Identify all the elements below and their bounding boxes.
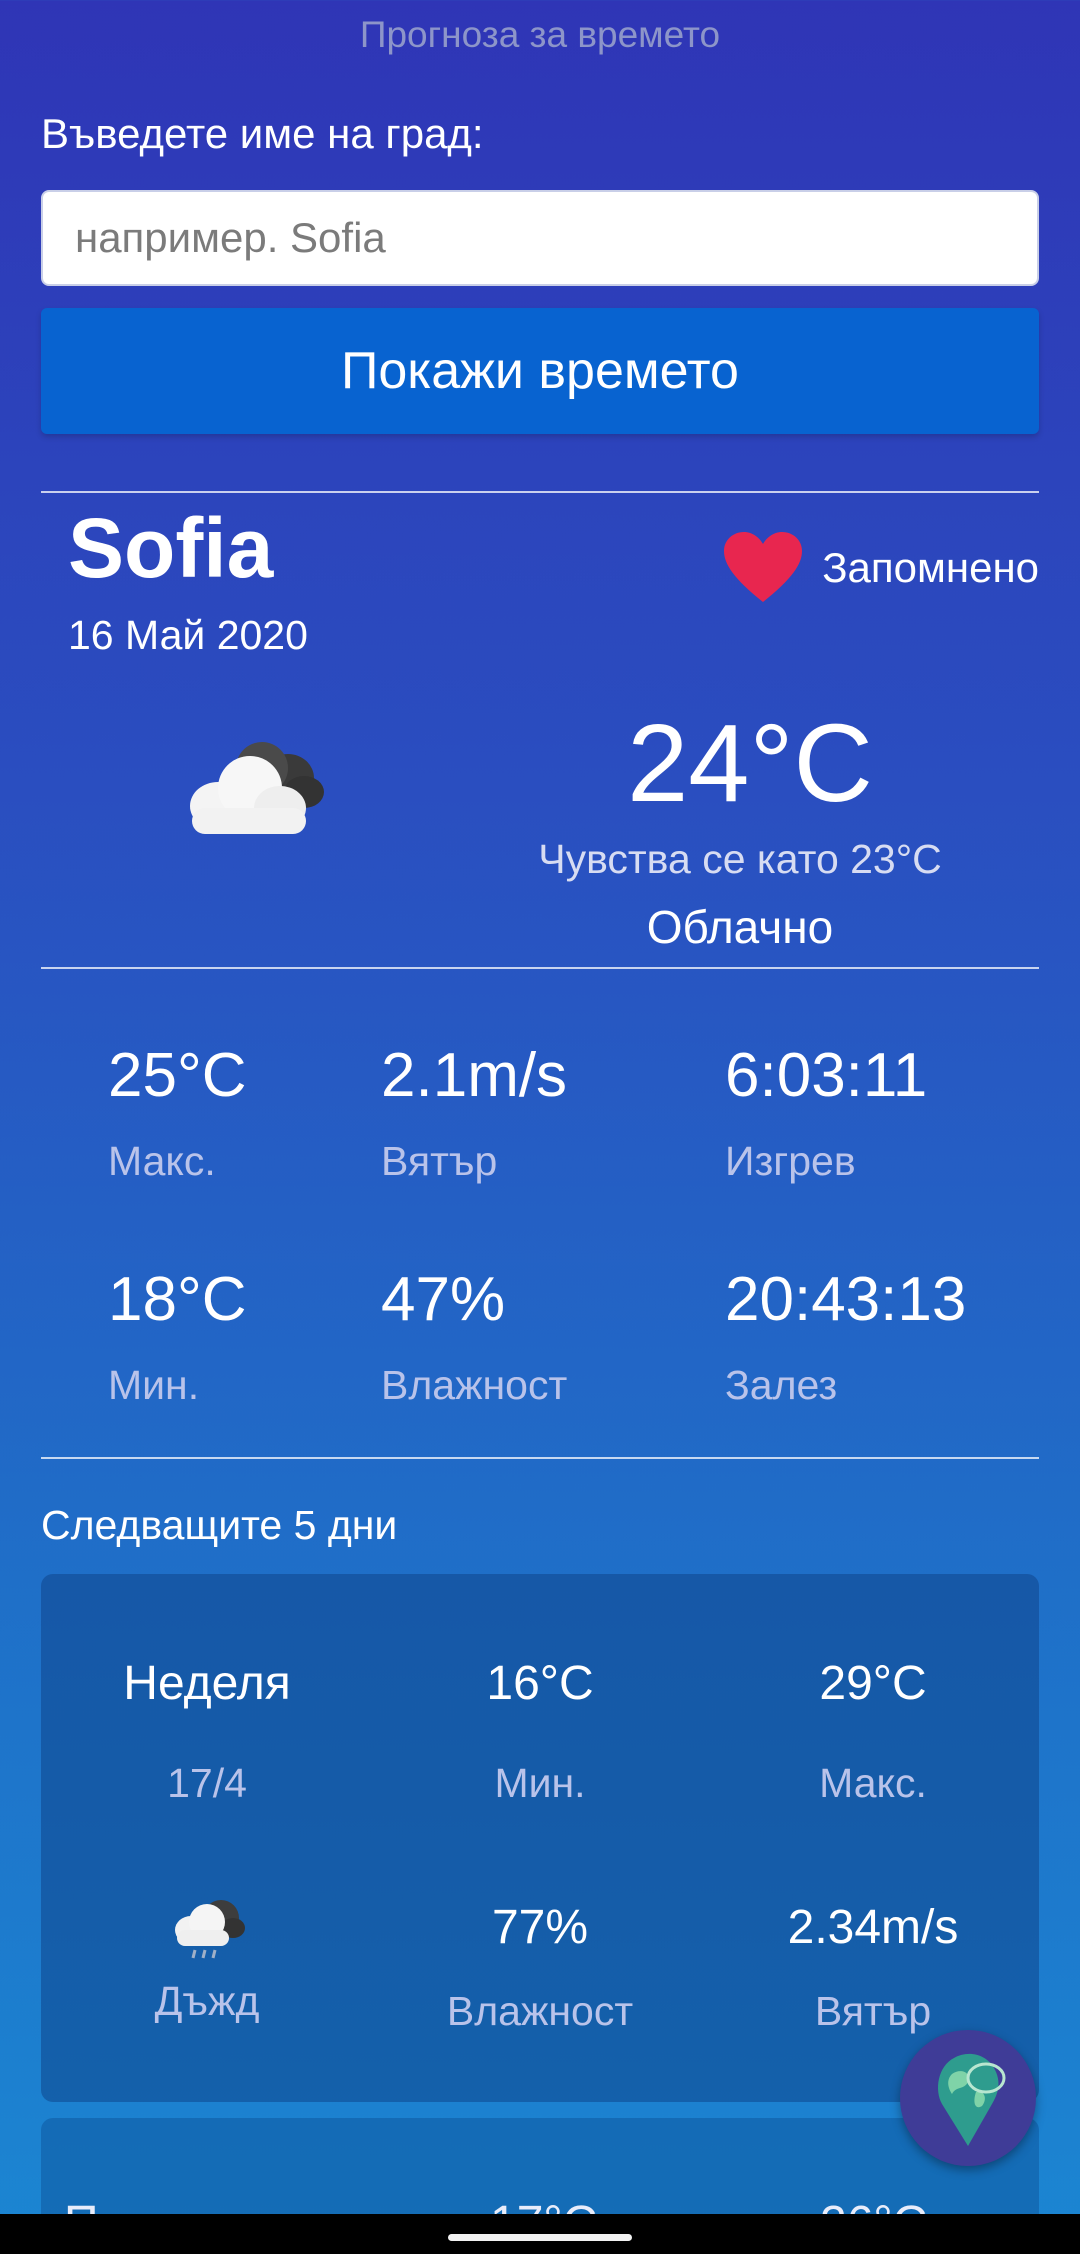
stat-sunset-value: 20:43:13 — [725, 1265, 967, 1334]
feels-like: Чувства се като 23°C — [538, 836, 942, 882]
forecast-min-label: Мин. — [494, 1760, 586, 1806]
forecast-humidity-value: 77% — [491, 1901, 589, 1954]
stat-min-value: 18°C — [108, 1265, 247, 1334]
stat-max-label: Макс. — [108, 1138, 216, 1184]
forecast-humidity-label: Влажност — [446, 1988, 634, 2034]
divider — [41, 967, 1039, 969]
divider — [41, 1457, 1039, 1459]
forecast-wind-label: Вятър — [814, 1988, 932, 2034]
stat-humidity-label: Влажност — [381, 1362, 568, 1408]
weather-condition: Облачно — [646, 901, 834, 953]
favorite-toggle[interactable]: Запомнено — [724, 532, 1039, 604]
stat-sunrise-label: Изгрев — [725, 1138, 856, 1184]
app-title: Прогноза за времето — [359, 14, 721, 55]
stat-sunrise-value: 6:03:11 — [725, 1041, 928, 1110]
forecast-card[interactable]: Неделя 17/4 16°C Мин. 29°C Макс. Дъжд 77… — [41, 1574, 1039, 2102]
forecast-max-value: 29°C — [819, 1657, 927, 1710]
city-search-input[interactable] — [41, 190, 1039, 286]
forecast-condition: Дъжд — [154, 1978, 260, 2024]
assistant-fab-button[interactable] — [900, 2030, 1036, 2166]
heart-icon[interactable] — [724, 532, 803, 604]
cloud-icon — [190, 742, 324, 834]
stat-sunset-label: Залез — [725, 1362, 838, 1408]
stat-max-value: 25°C — [108, 1041, 247, 1110]
favorite-label: Запомнено — [822, 544, 1039, 591]
current-date: 16 Май 2020 — [68, 612, 308, 658]
stat-min-label: Мин. — [108, 1362, 200, 1408]
divider — [41, 491, 1039, 493]
show-weather-button[interactable]: Покажи времето — [41, 308, 1039, 434]
forecast-date: 17/4 — [167, 1760, 247, 1806]
stat-humidity-value: 47% — [381, 1265, 506, 1334]
rain-cloud-icon — [175, 1900, 245, 1959]
home-indicator[interactable] — [448, 2234, 632, 2241]
forecast-day: Неделя — [123, 1657, 291, 1710]
forecast-wind-value: 2.34m/s — [787, 1901, 959, 1954]
current-temperature: 24°C — [627, 702, 873, 825]
globe-pin-icon — [938, 2053, 1006, 2146]
forecast-min-value: 16°C — [486, 1657, 594, 1710]
stat-wind-value: 2.1m/s — [381, 1041, 568, 1110]
city-input-label: Въведете име на град: — [41, 110, 484, 157]
city-name: Sofia — [68, 501, 274, 595]
forecast-max-label: Макс. — [819, 1760, 927, 1806]
stat-wind-label: Вятър — [381, 1138, 498, 1184]
forecast-title: Следващите 5 дни — [41, 1502, 398, 1548]
